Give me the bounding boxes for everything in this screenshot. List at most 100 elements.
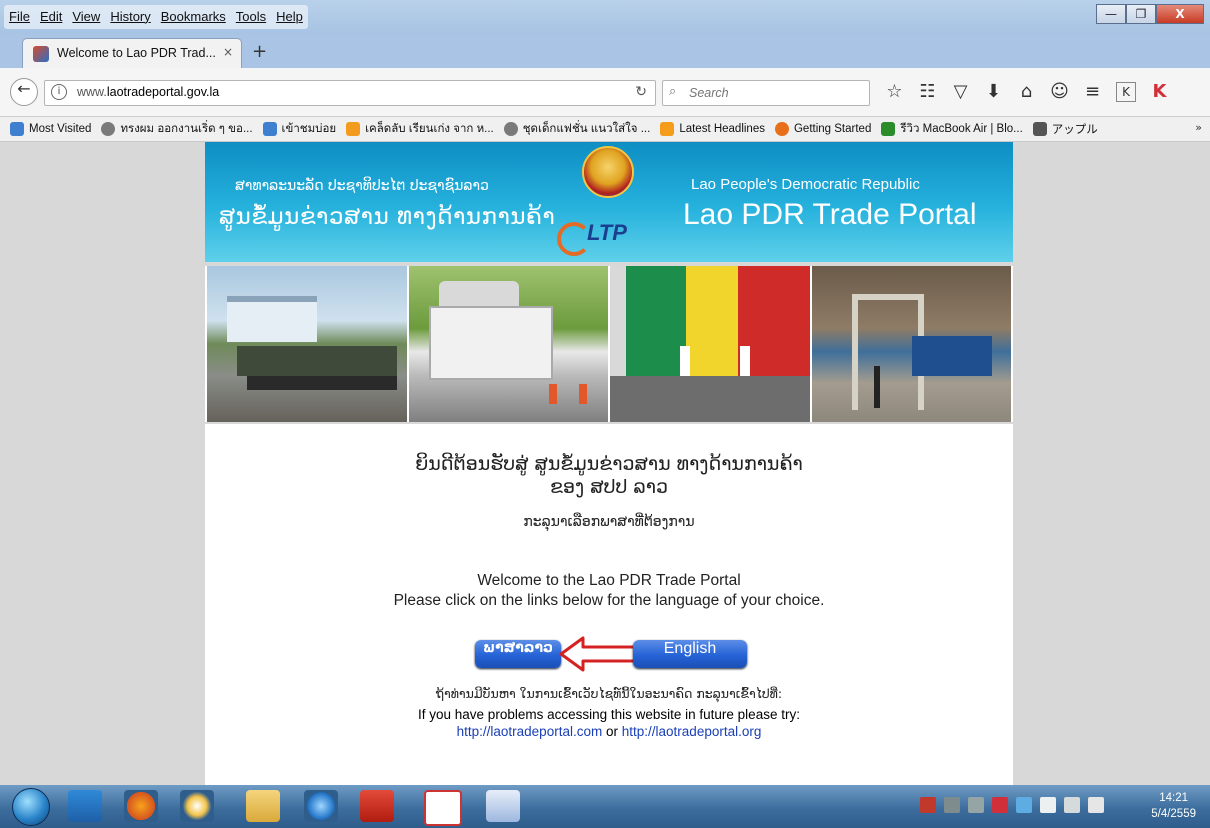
laotradeportal-org-link[interactable]: http://laotradeportal.org — [622, 724, 762, 739]
lao-welcome-line1: ຍິນດີຕ້ອນຮັບສູ່ ສູນຂໍ້ມູນຂ່າວສານ ທາງດ້ານ… — [415, 453, 803, 475]
menu-help[interactable]: Help — [271, 5, 308, 29]
tab-title: Welcome to Lao PDR Trad... — [57, 46, 216, 60]
home-icon[interactable]: ⌂ — [1010, 80, 1043, 104]
photo-car-carrier — [408, 266, 608, 422]
ltp-logo: LTP — [587, 220, 627, 245]
reading-list-icon[interactable]: ☷ — [911, 80, 944, 104]
sun-app-icon[interactable] — [180, 790, 214, 822]
bookmark-item[interactable]: Latest Headlines — [660, 122, 765, 136]
lao-help-text: ຖ້າທ່ານມີບັນຫາ ໃນການເຂົ້າເວັບໄຊທ໌ນີ້ໃນອະ… — [435, 686, 783, 701]
download-icon[interactable]: ⬇ — [977, 80, 1010, 104]
lao-language-button[interactable]: ພາສາລາວ — [475, 640, 561, 668]
media-player-icon[interactable] — [68, 790, 102, 822]
apple-icon — [1032, 122, 1047, 136]
banner-en-country: Lao People's Democratic Republic — [691, 176, 920, 193]
internet-explorer-icon[interactable] — [304, 790, 338, 822]
ltp-logo-swoosh-icon — [557, 222, 591, 256]
close-window-button[interactable]: X — [1156, 4, 1204, 24]
tab-close-icon[interactable]: × — [223, 45, 233, 59]
navigation-toolbar: ← i www.laotradeportal.gov.la ↻ ⌕ ☆ ☷ ▽ … — [0, 68, 1210, 117]
bookmark-item[interactable]: เคล็ดลับ เรียนเก่ง จาก ห... — [346, 120, 494, 138]
dropbox-tray-icon[interactable] — [1016, 797, 1032, 813]
bookmark-item[interactable]: アップル — [1032, 121, 1098, 137]
menu-bookmarks[interactable]: Bookmarks — [156, 5, 231, 29]
bookmark-item[interactable]: เข้าชมบ่อย — [262, 120, 336, 138]
address-bar[interactable]: i www.laotradeportal.gov.la ↻ — [44, 80, 656, 106]
extension-k-icon[interactable]: K — [1116, 82, 1136, 102]
kaspersky-tray-icon[interactable] — [992, 797, 1008, 813]
site-favicon-icon — [881, 122, 896, 136]
globe-icon — [101, 122, 116, 136]
photo-xray-scanner — [811, 266, 1011, 422]
bookmarks-toolbar: Most Visited ทรงผม ออกงานเริ่ด ๆ ขอ... เ… — [0, 117, 1210, 142]
lao-emblem-icon — [582, 146, 634, 198]
bookmark-star-icon[interactable]: ☆ — [878, 80, 911, 104]
bookmark-item[interactable]: Getting Started — [774, 122, 871, 136]
menu-file[interactable]: File — [4, 5, 35, 29]
menu-view[interactable]: View — [67, 5, 105, 29]
bookmarks-overflow-icon[interactable]: » — [1195, 121, 1202, 134]
photo-strip — [205, 266, 1013, 422]
windows-taskbar: 14:21 5/4/2559 — [0, 785, 1210, 828]
photo-border-gates — [610, 266, 810, 422]
banner-lao-title: ສູນຂໍ້ມູນຂ່າວສານ ທາງດ້ານການຄ້າ — [219, 204, 556, 230]
site-favicon-icon — [33, 46, 49, 62]
menu-hamburger-icon[interactable]: ≡ — [1076, 80, 1109, 104]
menu-bar: File Edit View History Bookmarks Tools H… — [4, 5, 308, 29]
site-favicon-icon — [346, 122, 361, 136]
search-icon: ⌕ — [669, 84, 677, 99]
tab-strip: Welcome to Lao PDR Trad... × + — [0, 34, 1210, 69]
new-tab-button[interactable]: + — [252, 41, 267, 62]
window-controls: — ❐ X — [1096, 4, 1204, 24]
tray-app-icon[interactable] — [944, 797, 960, 813]
search-input[interactable] — [687, 83, 861, 103]
banner-lao-country: ສາທາລະນະລັດ ປະຊາທິປະໄຕ ປະຊາຊົນລາວ — [235, 178, 489, 194]
lao-welcome-line2: ຂອງ ສປປ ລາວ — [550, 476, 668, 498]
bookmark-item[interactable]: ชุดเด็กแฟชั่น แนวใส่ใจ ... — [503, 120, 650, 138]
en-choose-language: Please click on the links below for the … — [393, 592, 825, 609]
action-center-flag-icon[interactable] — [1040, 797, 1056, 813]
rss-feed-icon — [660, 122, 675, 136]
lao-choose-language: ກະລຸນາເລືອກພາສາທີ່ຕ້ອງການ — [523, 514, 695, 530]
bookmark-item[interactable]: ทรงผม ออกงานเริ่ด ๆ ขอ... — [101, 120, 253, 138]
word-icon[interactable] — [486, 790, 520, 822]
acrobat-tray-icon[interactable] — [920, 797, 936, 813]
english-language-button[interactable]: English — [633, 640, 747, 668]
kaspersky-icon[interactable]: K — [1143, 80, 1176, 104]
start-button[interactable] — [12, 788, 50, 826]
lao-keyboard-icon[interactable] — [424, 790, 462, 826]
firefox-taskbar-icon[interactable] — [124, 790, 158, 822]
menu-tools[interactable]: Tools — [231, 5, 271, 29]
pocket-icon[interactable]: ▽ — [944, 80, 977, 104]
acrobat-icon[interactable] — [360, 790, 394, 822]
file-explorer-icon[interactable] — [246, 790, 280, 822]
or-text: or — [605, 724, 618, 739]
laotradeportal-com-link[interactable]: http://laotradeportal.com — [457, 724, 603, 739]
site-info-icon[interactable]: i — [51, 84, 67, 100]
minimize-button[interactable]: — — [1096, 4, 1126, 24]
maximize-button[interactable]: ❐ — [1126, 4, 1156, 24]
tray-icons — [920, 797, 1104, 813]
search-box[interactable]: ⌕ — [662, 80, 870, 106]
menu-edit[interactable]: Edit — [35, 5, 67, 29]
menu-history[interactable]: History — [105, 5, 155, 29]
bookmark-item[interactable]: Most Visited — [10, 122, 91, 136]
bookmark-folder-icon — [10, 122, 24, 136]
signal-strength-icon[interactable] — [1064, 797, 1080, 813]
toolbar-icons: ☆ ☷ ▽ ⬇ ⌂ ☺ ≡ K K — [878, 80, 1176, 104]
window-title-bar: File Edit View History Bookmarks Tools H… — [0, 0, 1210, 34]
back-button[interactable]: ← — [10, 78, 38, 106]
banner-en-title: Lao PDR Trade Portal — [683, 198, 977, 231]
bookmark-item[interactable]: รีวิว MacBook Air | Blo... — [881, 120, 1023, 138]
volume-icon[interactable] — [1088, 797, 1104, 813]
reload-icon[interactable]: ↻ — [635, 84, 647, 100]
network-status-icon[interactable] — [968, 797, 984, 813]
clock-date: 5/4/2559 — [1151, 808, 1196, 820]
red-arrow-icon — [559, 636, 639, 672]
web-page: ສາທາລະນະລັດ ປະຊາທິປະໄຕ ປະຊາຊົນລາວ ສູນຂໍ້… — [0, 142, 1210, 785]
tab-active[interactable]: Welcome to Lao PDR Trad... × — [22, 38, 242, 69]
chat-icon[interactable]: ☺ — [1043, 80, 1076, 104]
site-header-banner: ສາທາລະນະລັດ ປະຊາທິປະໄຕ ປະຊາຊົນລາວ ສູນຂໍ້… — [205, 142, 1013, 262]
en-welcome: Welcome to the Lao PDR Trade Portal — [477, 572, 741, 589]
system-clock[interactable]: 14:21 5/4/2559 — [1151, 790, 1196, 822]
